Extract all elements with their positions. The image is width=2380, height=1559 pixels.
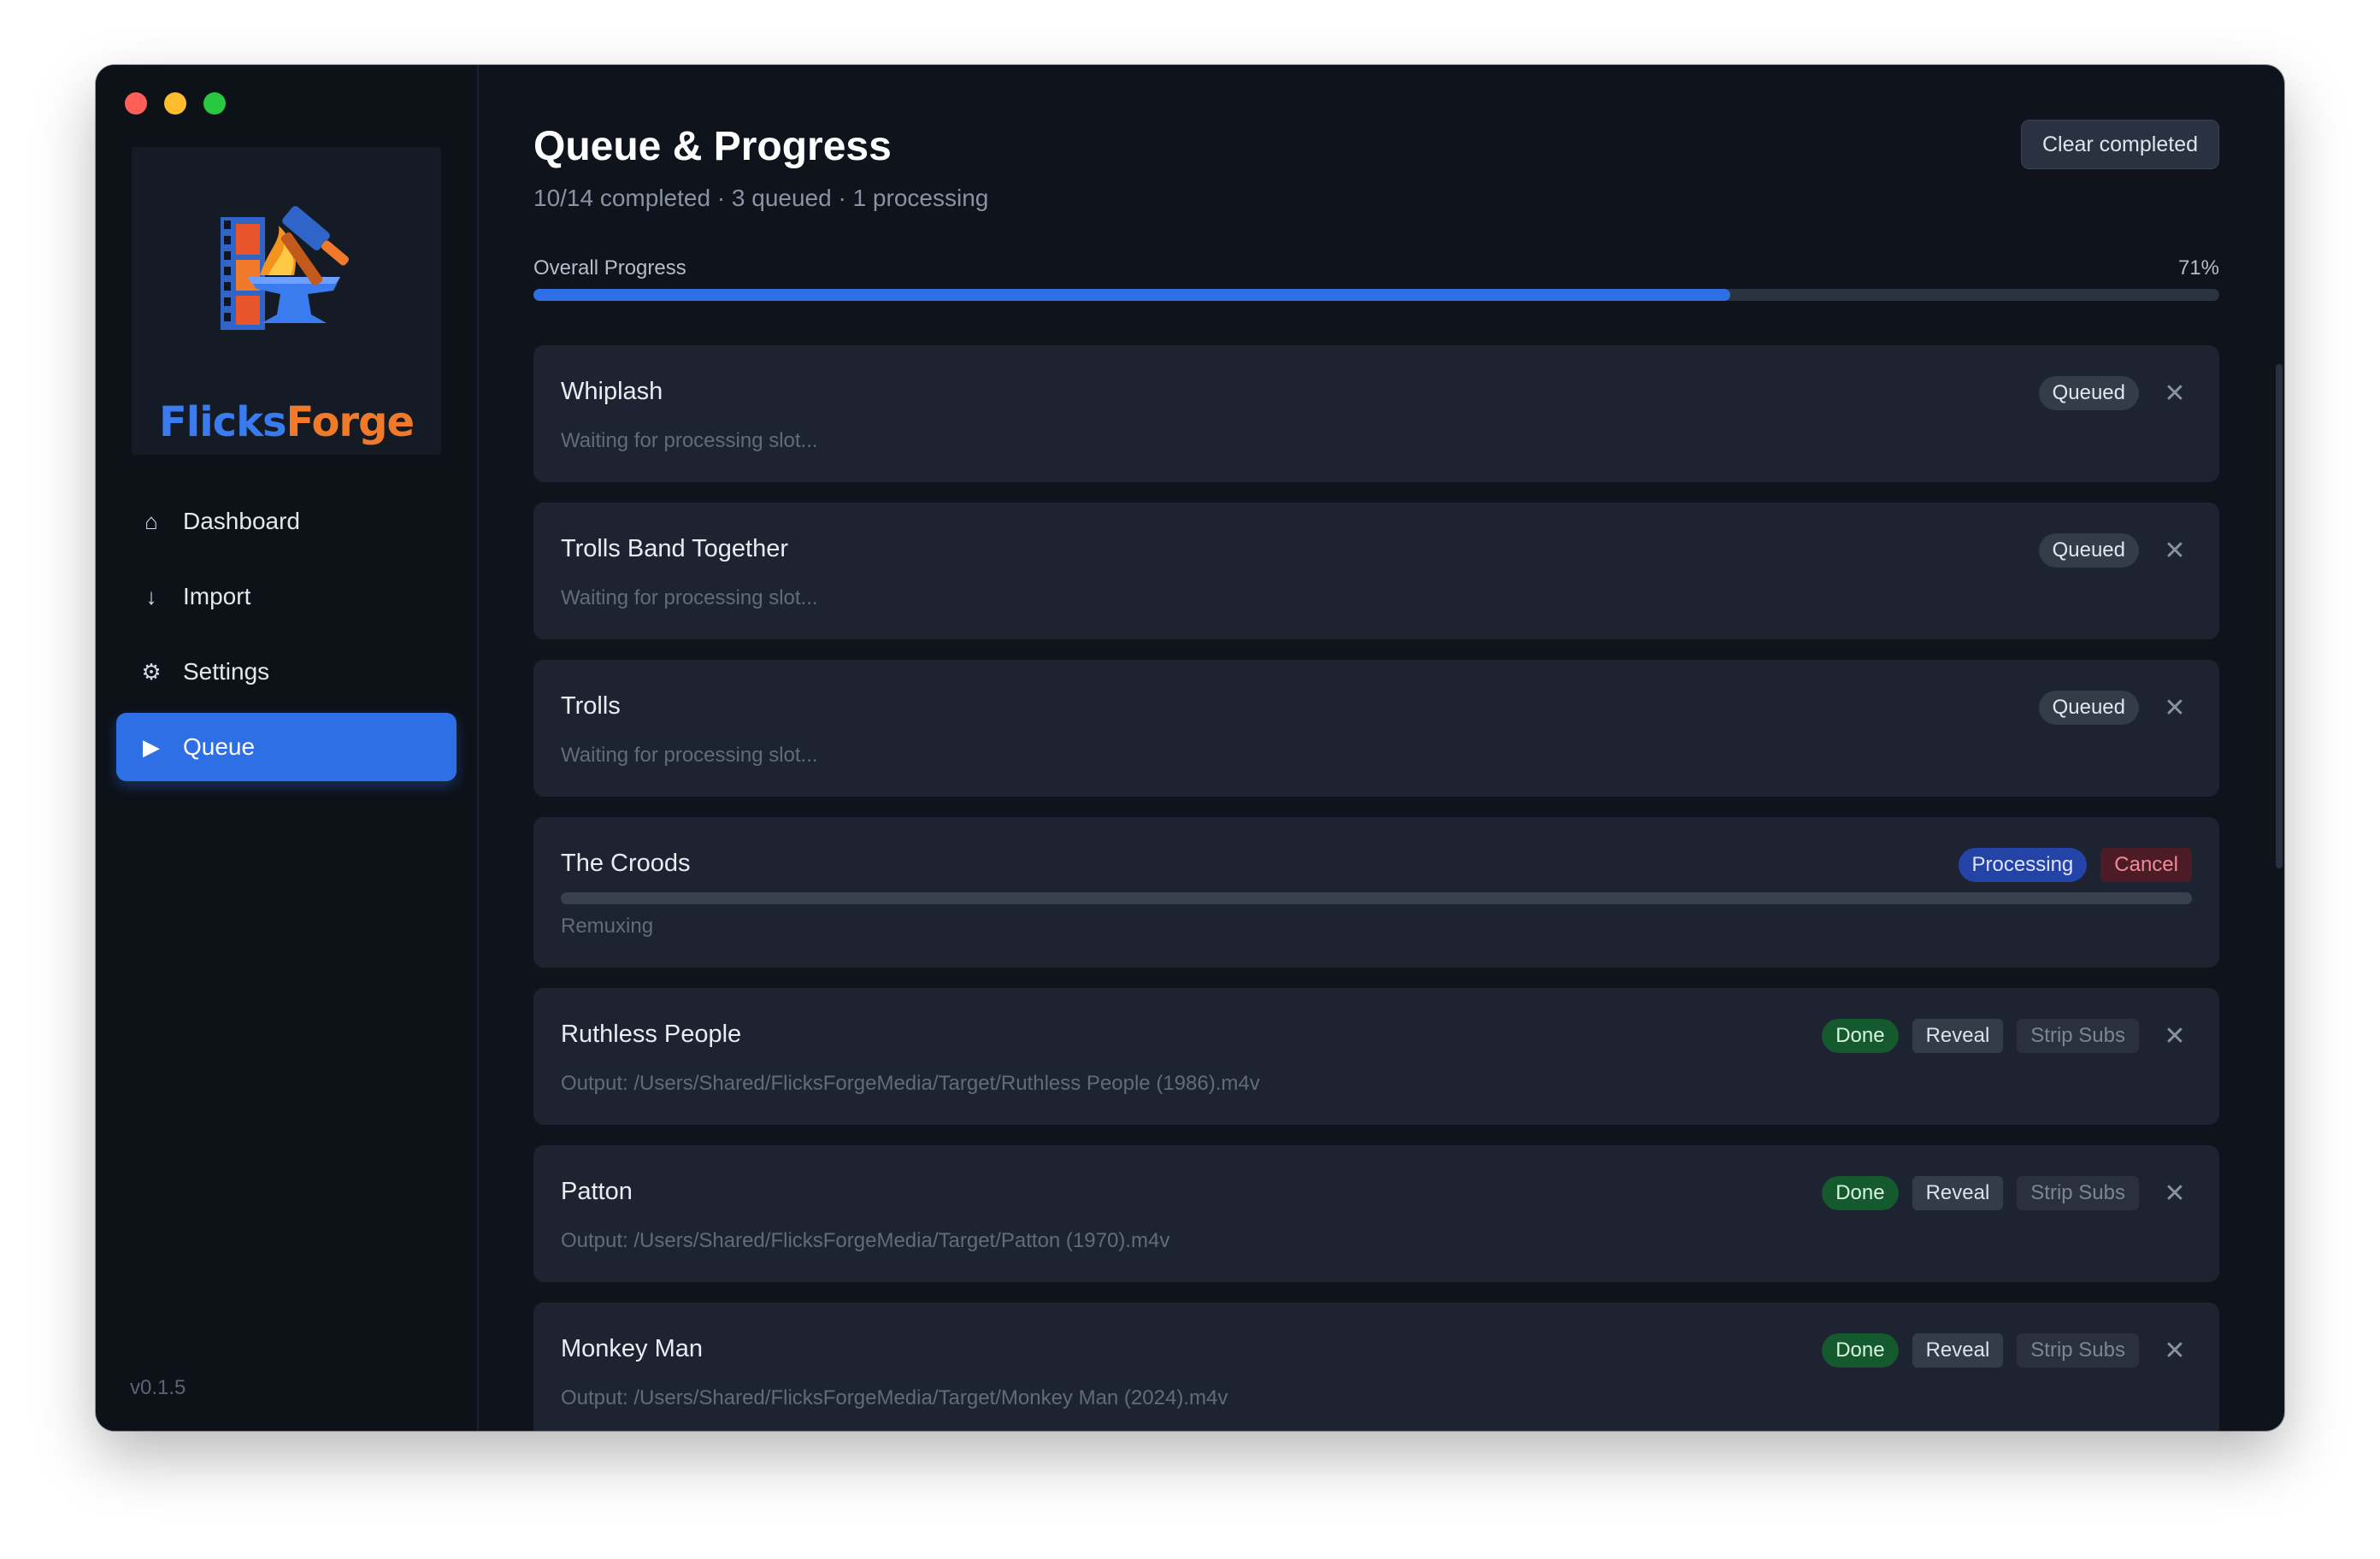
status-badge: Queued	[2038, 376, 2139, 410]
queue-item-actions: Queued ✕	[2038, 533, 2192, 568]
queue-item: Trolls Band Together Waiting for process…	[533, 503, 2219, 639]
sidebar-nav: ⌂ Dashboard ↓ Import ⚙ Settings ▶ Queue	[116, 487, 457, 788]
queue-item: Patton Output: /Users/Shared/FlicksForge…	[533, 1145, 2219, 1282]
queue-item-title: Monkey Man	[561, 1335, 704, 1362]
overall-progress-percent: 71%	[2177, 256, 2219, 279]
queue-item: Ruthless People Output: /Users/Shared/Fl…	[533, 988, 2219, 1125]
cancel-button[interactable]: Cancel	[2100, 848, 2192, 882]
queue-item-status-text: Waiting for processing slot...	[561, 744, 818, 767]
home-icon: ⌂	[144, 508, 158, 534]
scrollbar[interactable]	[2276, 364, 2283, 868]
overall-progress-label: Overall Progress	[533, 256, 686, 279]
queue-item: Monkey Man Output: /Users/Shared/FlicksF…	[533, 1303, 2219, 1431]
status-badge: Done	[1822, 1176, 1899, 1210]
queue-item-title: Trolls	[561, 692, 621, 720]
app-window: FlicksForge ⌂ Dashboard ↓ Import ⚙ Setti…	[96, 65, 2284, 1431]
arrow-down-icon: ↓	[145, 583, 157, 609]
reveal-button[interactable]: Reveal	[1912, 1176, 2004, 1210]
queue-item-status-text: Waiting for processing slot...	[561, 586, 818, 609]
play-icon: ▶	[143, 733, 160, 760]
queue-item: The Croods Remuxing Processing Cancel	[533, 817, 2219, 968]
sidebar: FlicksForge ⌂ Dashboard ↓ Import ⚙ Setti…	[96, 65, 479, 1431]
strip-subs-button[interactable]: Strip Subs	[2017, 1176, 2139, 1210]
overall-progress-fill	[533, 289, 1731, 301]
queue-item: Whiplash Waiting for processing slot... …	[533, 345, 2219, 482]
page-subtitle: 10/14 completed · 3 queued · 1 processin…	[533, 185, 989, 211]
queue-item-output-path: Output: /Users/Shared/FlicksForgeMedia/T…	[561, 1386, 1228, 1409]
queue-item: Trolls Waiting for processing slot... Qu…	[533, 660, 2219, 797]
queue-item-output-path: Output: /Users/Shared/FlicksForgeMedia/T…	[561, 1229, 1170, 1252]
queue-item-title: Trolls Band Together	[561, 535, 788, 562]
remove-icon[interactable]: ✕	[2158, 1333, 2192, 1368]
queue-item-actions: Queued ✕	[2038, 691, 2192, 725]
item-progress-bar	[561, 892, 2192, 904]
clear-completed-button[interactable]: Clear completed	[2020, 120, 2219, 169]
status-badge: Done	[1822, 1333, 1899, 1368]
page-title: Queue & Progress	[533, 124, 892, 169]
status-badge: Processing	[1958, 848, 2088, 882]
app-logo: FlicksForge	[132, 147, 441, 455]
sidebar-item-label: Settings	[183, 658, 270, 685]
status-badge: Done	[1822, 1019, 1899, 1053]
reveal-button[interactable]: Reveal	[1912, 1333, 2004, 1368]
remove-icon[interactable]: ✕	[2158, 533, 2192, 568]
queue-item-actions: Done Reveal Strip Subs ✕	[1822, 1019, 2192, 1053]
overall-progress-bar	[533, 289, 2219, 301]
window-controls	[125, 92, 226, 115]
remove-icon[interactable]: ✕	[2158, 376, 2192, 410]
sidebar-item-settings[interactable]: ⚙ Settings	[116, 638, 457, 706]
queue-item-output-path: Output: /Users/Shared/FlicksForgeMedia/T…	[561, 1072, 1260, 1095]
remove-icon[interactable]: ✕	[2158, 1176, 2192, 1210]
logo-wordmark: FlicksForge	[158, 398, 415, 446]
main-content: Queue & Progress 10/14 completed · 3 que…	[479, 65, 2284, 1431]
remove-icon[interactable]: ✕	[2158, 1019, 2192, 1053]
queue-item-actions: Queued ✕	[2038, 376, 2192, 410]
sidebar-item-label: Import	[183, 583, 251, 609]
queue-item-actions: Done Reveal Strip Subs ✕	[1822, 1176, 2192, 1210]
remove-icon[interactable]: ✕	[2158, 691, 2192, 725]
maximize-window-button[interactable]	[203, 92, 226, 115]
gear-icon: ⚙	[141, 658, 162, 685]
app-version: v0.1.5	[130, 1376, 186, 1399]
sidebar-item-queue[interactable]: ▶ Queue	[116, 713, 457, 781]
queue-item-title: Ruthless People	[561, 1021, 742, 1048]
strip-subs-button[interactable]: Strip Subs	[2017, 1333, 2139, 1368]
close-window-button[interactable]	[125, 92, 147, 115]
status-badge: Queued	[2038, 533, 2139, 568]
queue-item-actions: Done Reveal Strip Subs ✕	[1822, 1333, 2192, 1368]
queue-item-title: Whiplash	[561, 378, 663, 405]
sidebar-item-label: Dashboard	[183, 508, 300, 534]
reveal-button[interactable]: Reveal	[1912, 1019, 2004, 1053]
queue-item-actions: Processing Cancel	[1958, 848, 2192, 882]
sidebar-item-import[interactable]: ↓ Import	[116, 562, 457, 631]
minimize-window-button[interactable]	[164, 92, 186, 115]
strip-subs-button[interactable]: Strip Subs	[2017, 1019, 2139, 1053]
queue-item-status-text: Waiting for processing slot...	[561, 429, 818, 452]
queue-list: Whiplash Waiting for processing slot... …	[533, 345, 2219, 1431]
sidebar-item-dashboard[interactable]: ⌂ Dashboard	[116, 487, 457, 556]
queue-item-title: The Croods	[561, 850, 691, 877]
sidebar-item-label: Queue	[183, 733, 256, 760]
queue-item-status-text: Remuxing	[561, 915, 654, 938]
queue-item-title: Patton	[561, 1178, 633, 1205]
status-badge: Queued	[2038, 691, 2139, 725]
